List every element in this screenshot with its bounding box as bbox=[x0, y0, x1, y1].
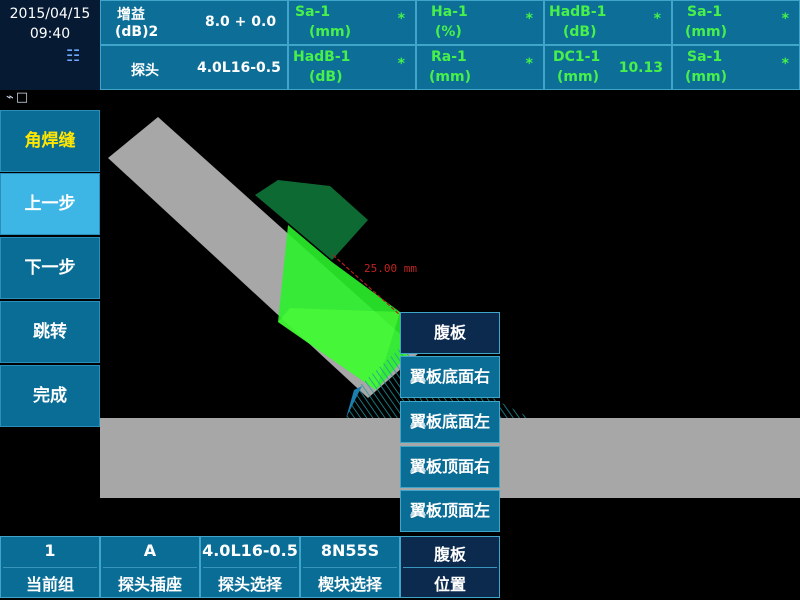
position-label: 位置 bbox=[433, 575, 466, 594]
network-icon: ☷ bbox=[66, 46, 81, 65]
readout-value: * bbox=[397, 11, 405, 27]
readout-label: DC1-1 bbox=[553, 49, 601, 65]
readout-unit: (mm) bbox=[685, 24, 727, 40]
divider bbox=[403, 567, 497, 568]
wedge-select-label: 楔块选择 bbox=[317, 575, 382, 594]
sidebar-item-previous-step[interactable]: 上一步 bbox=[0, 173, 100, 235]
bottom-probe-socket[interactable]: A 探头插座 bbox=[100, 536, 200, 598]
divider bbox=[103, 567, 197, 568]
readout-label: Sa-1 bbox=[687, 4, 723, 20]
readout-cell[interactable]: DC1-1 (mm) 10.13 bbox=[544, 45, 672, 90]
readout-cell[interactable]: HadB-1 (dB) * bbox=[288, 45, 416, 90]
readout-value: 10.13 bbox=[618, 60, 663, 76]
readout-label: HadB-1 bbox=[549, 4, 607, 20]
dropdown-selected-web[interactable]: 腹板 bbox=[400, 312, 500, 354]
readout-cell[interactable]: Ha-1 (%) * bbox=[416, 0, 544, 45]
probe-socket-label: 探头插座 bbox=[117, 575, 182, 594]
gain-unit: (dB)2 bbox=[115, 24, 159, 40]
readout-label: Sa-1 bbox=[687, 49, 723, 65]
clock-panel: 2015/04/15 09:40 ☷ bbox=[0, 0, 100, 90]
readout-unit: (dB) bbox=[309, 69, 343, 85]
readout-cell[interactable]: Sa-1 (mm) * bbox=[672, 0, 800, 45]
readout-value: * bbox=[653, 11, 661, 27]
readout-unit: (dB) bbox=[563, 24, 597, 40]
dropdown-option[interactable]: 翼板顶面右 bbox=[400, 446, 500, 488]
probe-cell[interactable]: 探头 4.0L16-0.5 bbox=[100, 45, 288, 90]
readout-unit: (mm) bbox=[685, 69, 727, 85]
mouse-cursor-icon: ↖ bbox=[452, 576, 466, 595]
readout-value: * bbox=[781, 56, 789, 72]
divider bbox=[3, 567, 97, 568]
readout-value: * bbox=[525, 56, 533, 72]
sidebar-item-jump[interactable]: 跳转 bbox=[0, 301, 100, 363]
position-value: 腹板 bbox=[433, 545, 466, 564]
readout-cell[interactable]: Ra-1 (mm) * bbox=[416, 45, 544, 90]
readout-unit: (mm) bbox=[309, 24, 351, 40]
readout-label: Sa-1 bbox=[295, 4, 331, 20]
divider bbox=[203, 567, 297, 568]
bottom-current-group[interactable]: 1 当前组 bbox=[0, 536, 100, 598]
readout-cell[interactable]: Sa-1 (mm) * bbox=[288, 0, 416, 45]
gain-value: 8.0 + 0.0 bbox=[205, 14, 277, 30]
sidebar-item-finish[interactable]: 完成 bbox=[0, 365, 100, 427]
readout-value: * bbox=[525, 11, 533, 27]
readout-unit: (mm) bbox=[557, 69, 599, 85]
usb-monitor-icon: ⌁□ bbox=[6, 90, 31, 105]
gain-cell[interactable]: 增益 (dB)2 8.0 + 0.0 bbox=[100, 0, 288, 45]
readout-unit: (%) bbox=[435, 24, 462, 40]
readout-cell[interactable]: Sa-1 (mm) * bbox=[672, 45, 800, 90]
readout-label: Ra-1 bbox=[431, 49, 467, 65]
probe-label: 探头 bbox=[131, 63, 159, 79]
divider bbox=[303, 567, 397, 568]
readout-value: * bbox=[397, 56, 405, 72]
dropdown-option[interactable]: 翼板顶面左 bbox=[400, 490, 500, 532]
readout-label: HadB-1 bbox=[293, 49, 351, 65]
readout-label: Ha-1 bbox=[431, 4, 468, 20]
measure-label: 25.00 mm bbox=[364, 262, 417, 275]
readout-unit: (mm) bbox=[429, 69, 471, 85]
probe-select-value: 4.0L16-0.5 bbox=[202, 541, 298, 560]
current-group-label: 当前组 bbox=[25, 575, 74, 594]
probe-socket-value: A bbox=[143, 541, 157, 560]
sidebar-title-fillet-weld: 角焊缝 bbox=[0, 110, 100, 172]
dropdown-option[interactable]: 翼板底面左 bbox=[400, 401, 500, 443]
dropdown-option[interactable]: 翼板底面右 bbox=[400, 356, 500, 398]
bottom-position[interactable]: 腹板 位置 bbox=[400, 536, 500, 598]
sidebar-item-next-step[interactable]: 下一步 bbox=[0, 237, 100, 299]
bottom-probe-select[interactable]: 4.0L16-0.5 探头选择 bbox=[200, 536, 300, 598]
readout-value: * bbox=[781, 11, 789, 27]
time-text: 09:40 bbox=[29, 26, 71, 42]
wedge-select-value: 8N55S bbox=[320, 541, 380, 560]
bottom-wedge-select[interactable]: 8N55S 楔块选择 bbox=[300, 536, 400, 598]
probe-value: 4.0L16-0.5 bbox=[197, 60, 281, 76]
date-text: 2015/04/15 bbox=[9, 6, 91, 22]
gain-label: 增益 bbox=[117, 7, 145, 23]
current-group-value: 1 bbox=[44, 541, 56, 560]
readout-cell[interactable]: HadB-1 (dB) * bbox=[544, 0, 672, 45]
probe-select-label: 探头选择 bbox=[217, 575, 282, 594]
